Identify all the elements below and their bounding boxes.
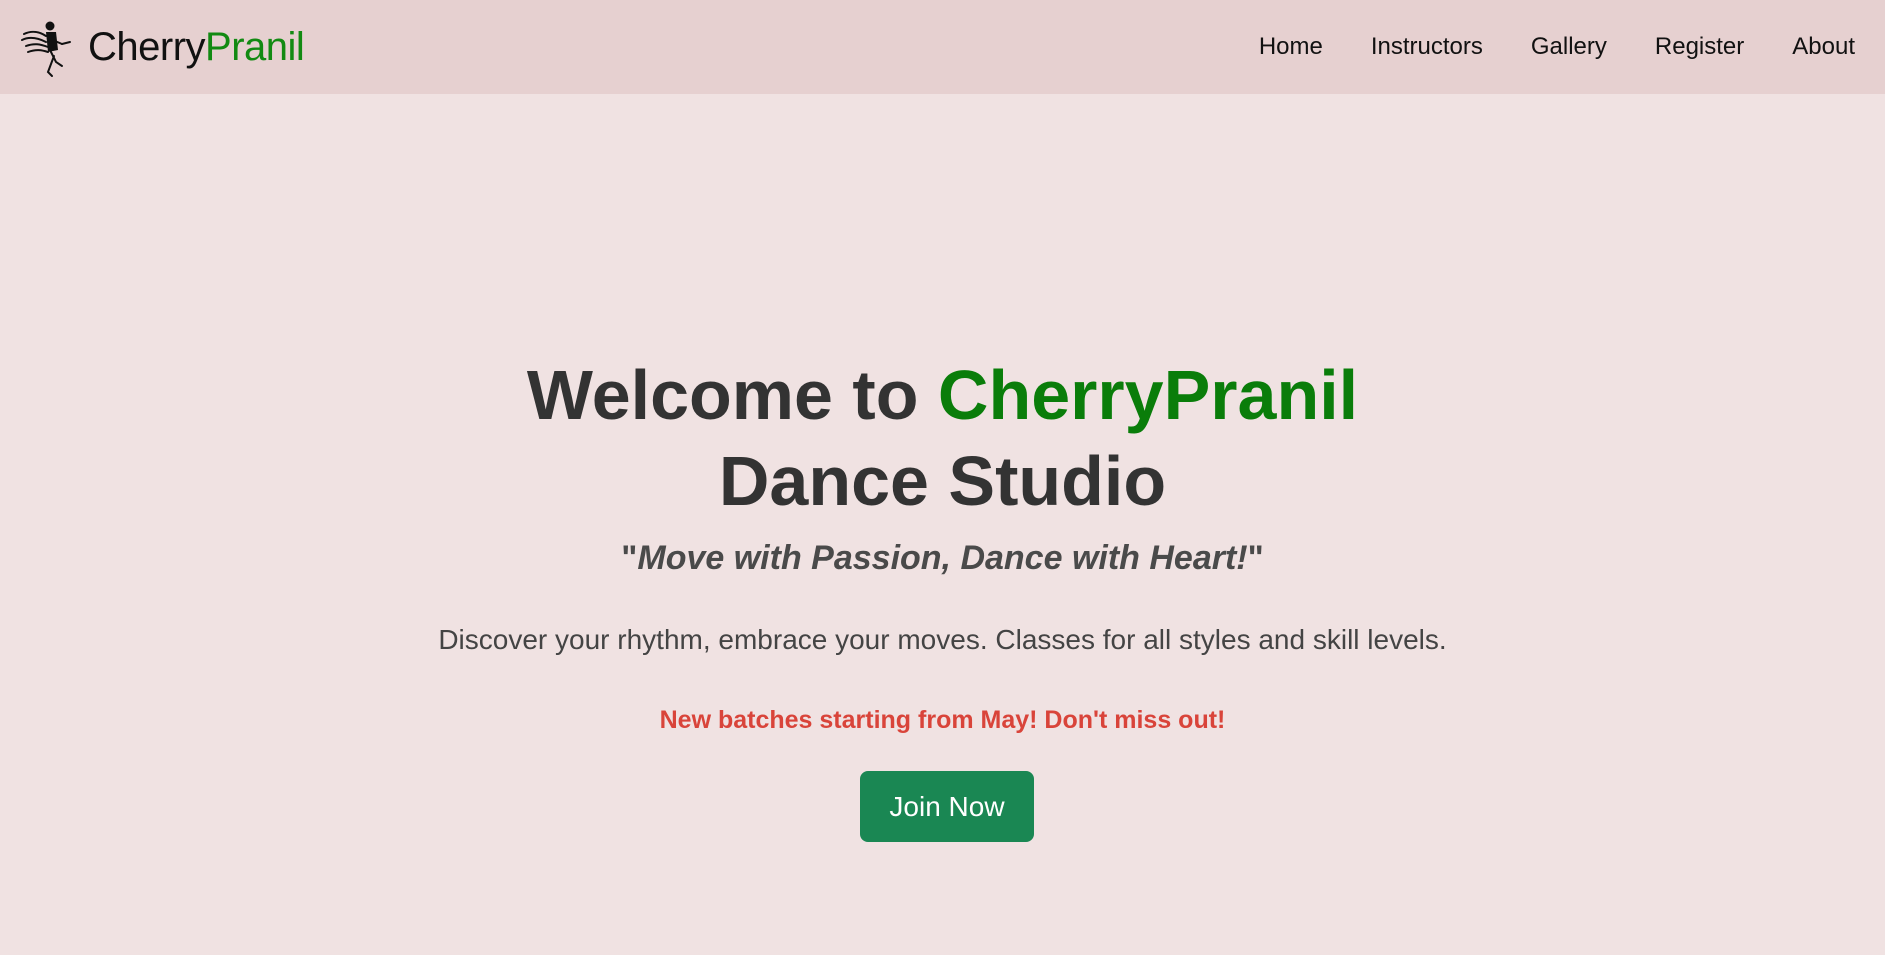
hero-title-prefix: Welcome to	[526, 356, 938, 434]
tagline-open-quote: "	[621, 539, 638, 577]
nav-home-link[interactable]: Home	[1259, 33, 1323, 61]
brand-name-part1: Cherry	[88, 25, 206, 69]
hero-section: Welcome to CherryPranil Dance Studio "Mo…	[0, 94, 1885, 955]
hero-tagline: "Move with Passion, Dance with Heart!"	[0, 539, 1885, 578]
hero-description: Discover your rhythm, embrace your moves…	[438, 624, 1447, 655]
tagline-text: Move with Passion, Dance with Heart!	[637, 539, 1248, 577]
dancer-logo-icon	[18, 16, 76, 78]
hero-title-line2: Dance Studio	[718, 442, 1167, 520]
nav-about-link[interactable]: About	[1792, 33, 1855, 61]
brand-link[interactable]: CherryPranil	[18, 16, 305, 78]
nav-gallery-link[interactable]: Gallery	[1531, 33, 1607, 61]
nav-instructors-link[interactable]: Instructors	[1371, 33, 1483, 61]
tagline-close-quote: "	[1247, 539, 1264, 577]
navbar: CherryPranil Home Instructors Gallery Re…	[0, 0, 1885, 94]
brand-name-part2: Pranil	[205, 25, 305, 69]
nav-register-link[interactable]: Register	[1655, 33, 1744, 61]
nav-links: Home Instructors Gallery Register About	[1259, 0, 1855, 94]
hero-title-line1: Welcome to CherryPranil	[527, 356, 1358, 434]
hero-title: Welcome to CherryPranil Dance Studio	[0, 352, 1885, 524]
hero-title-accent: CherryPranil	[937, 356, 1359, 434]
join-now-button[interactable]: Join Now	[860, 771, 1034, 842]
batch-announcement: New batches starting from May! Don't mis…	[659, 706, 1226, 734]
brand-name: CherryPranil	[88, 25, 305, 69]
